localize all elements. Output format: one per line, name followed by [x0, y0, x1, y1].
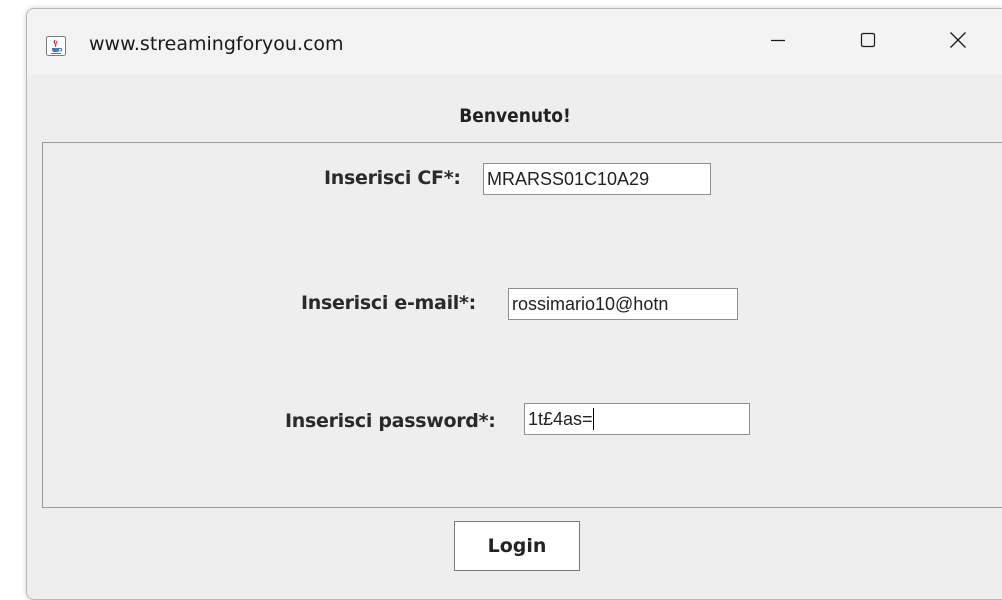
password-label: Inserisci password*:	[285, 410, 496, 432]
welcome-heading: Benvenuto!	[459, 105, 571, 127]
maximize-button[interactable]	[823, 9, 913, 75]
minimize-button[interactable]	[733, 9, 823, 75]
email-label: Inserisci e-mail*:	[301, 292, 476, 314]
cf-label: Inserisci CF*:	[324, 167, 461, 189]
text-caret	[592, 408, 594, 430]
cf-input[interactable]: MRARSS01C10A29	[483, 163, 711, 195]
close-icon	[949, 31, 967, 53]
cf-input-value: MRARSS01C10A29	[487, 169, 650, 189]
email-input-value: rossimario10@hotn	[512, 294, 669, 314]
java-cup-icon	[46, 36, 66, 56]
maximize-icon	[860, 32, 876, 52]
window-title: www.streamingforyou.com	[89, 33, 344, 55]
title-bar[interactable]: www.streamingforyou.com	[27, 9, 1002, 75]
app-window: www.streamingforyou.com Benvenuto! Inser…	[26, 8, 1002, 600]
login-form-panel: Inserisci CF*: MRARSS01C10A29 Inserisci …	[42, 142, 1002, 508]
close-button[interactable]	[913, 9, 1002, 75]
password-input[interactable]: 1t£4as=	[524, 403, 750, 435]
password-input-value: 1t£4as=	[528, 409, 593, 429]
email-input[interactable]: rossimario10@hotn	[508, 288, 738, 320]
minimize-icon	[770, 32, 786, 52]
login-button[interactable]: Login	[454, 521, 580, 571]
